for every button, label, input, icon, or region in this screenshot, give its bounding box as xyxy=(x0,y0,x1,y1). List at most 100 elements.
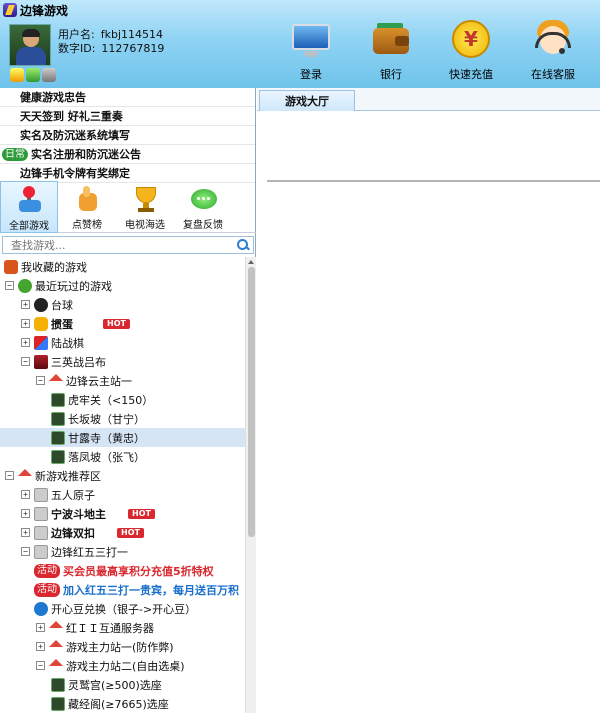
bank-label: 银行 xyxy=(380,68,402,81)
collapse-toggle[interactable]: − xyxy=(21,357,30,366)
tree-label: 虎牢关（<150） xyxy=(68,393,154,407)
tree-item-three-heroes[interactable]: − 三英战吕布 xyxy=(0,352,245,371)
room-door-icon xyxy=(51,392,65,407)
house-icon xyxy=(49,659,63,666)
category-label: 电视海选 xyxy=(125,220,165,231)
collapse-toggle[interactable]: − xyxy=(5,281,14,290)
tree-scrollbar[interactable] xyxy=(245,257,256,713)
tree-item-main-station-1[interactable]: + 游戏主力站一(防作弊) xyxy=(0,637,245,656)
tab-game-lobby[interactable]: 游戏大厅 xyxy=(259,90,355,111)
tree-item-favorites[interactable]: 我收藏的游戏 xyxy=(0,257,245,276)
tree-item-shuangkou[interactable]: + 边锋双扣 HOT xyxy=(0,523,245,542)
tree-label: 长坂坡（甘宁） xyxy=(68,412,145,426)
hot-badge: HOT xyxy=(128,508,155,519)
status-icons xyxy=(10,68,56,82)
main-content: 游戏大厅 xyxy=(257,88,600,713)
category-label: 点赞榜 xyxy=(72,220,102,231)
collapse-toggle[interactable]: − xyxy=(36,376,45,385)
tree-item-lingjiu-palace[interactable]: 灵鹫宫(≥500)选座 xyxy=(0,675,245,694)
tree-item-hulaoguan[interactable]: 虎牢关（<150） xyxy=(0,390,245,409)
room-door-icon xyxy=(51,449,65,464)
promo-text: 健康游戏忠告 xyxy=(20,91,86,104)
tree-item-land-battle-chess[interactable]: + 陆战棋 xyxy=(0,333,245,352)
header-bar: 边锋游戏 用户名: fkbj114514 数字ID: 112767819 登录 银行… xyxy=(0,0,600,88)
promo-health-advice[interactable]: 健康游戏忠告 xyxy=(0,88,255,107)
tree-label: 最近玩过的游戏 xyxy=(35,279,112,293)
online-service-button[interactable]: 在线客服 xyxy=(515,18,591,86)
tree-item-red-ii-server[interactable]: + 红ＩＩ互通服务器 xyxy=(0,618,245,637)
quick-recharge-button[interactable]: ¥ 快速充值 xyxy=(433,18,509,86)
game-tree: 我收藏的游戏 − 最近玩过的游戏 + 台球 + 掼蛋 HOT + 陆战棋 − 三… xyxy=(0,257,245,713)
heart-folder-icon xyxy=(4,259,18,274)
robot-icon[interactable] xyxy=(42,68,56,82)
promo-real-name[interactable]: 实名及防沉迷系统填写 xyxy=(0,126,255,145)
tree-item-ningbo-landlord[interactable]: + 宁波斗地主 HOT xyxy=(0,504,245,523)
tree-item-changbanpo[interactable]: 长坂坡（甘宁） xyxy=(0,409,245,428)
trophy-icon xyxy=(131,185,159,213)
tree-item-billiards[interactable]: + 台球 xyxy=(0,295,245,314)
collapse-toggle[interactable]: − xyxy=(21,547,30,556)
promo-text: 天天签到 好礼三重奏 xyxy=(20,110,123,123)
level-icon[interactable] xyxy=(10,68,24,82)
house-icon xyxy=(18,469,32,476)
bank-button[interactable]: 银行 xyxy=(353,18,429,86)
promo-text: 边锋手机令牌有奖绑定 xyxy=(20,167,130,180)
search-input[interactable] xyxy=(3,237,236,253)
tree-item-five-atoms[interactable]: + 五人原子 xyxy=(0,485,245,504)
tree-label: 陆战棋 xyxy=(51,336,84,350)
scrollbar-thumb[interactable] xyxy=(248,267,255,537)
login-button[interactable]: 登录 xyxy=(273,18,349,86)
tree-item-cangjing-pavilion[interactable]: 藏经阁(≥7665)选座 xyxy=(0,694,245,713)
tree-item-new-games[interactable]: − 新游戏推荐区 xyxy=(0,466,245,485)
tree-item-guandan[interactable]: + 掼蛋 HOT xyxy=(0,314,245,333)
tree-item-main-station-2[interactable]: − 游戏主力站二(自由选桌) xyxy=(0,656,245,675)
game-icon xyxy=(34,525,48,540)
promo-anti-addiction[interactable]: 日常 实名注册和防沉迷公告 xyxy=(0,145,255,164)
category-replay-feedback[interactable]: 复盘反馈 xyxy=(174,181,232,233)
pet-icon[interactable] xyxy=(26,68,40,82)
expand-toggle[interactable]: + xyxy=(21,338,30,347)
tree-label: 开心豆兑换（银子->开心豆） xyxy=(51,602,197,616)
chat-bubble-icon xyxy=(189,185,217,213)
yuan-coin-icon: ¥ xyxy=(449,18,493,62)
expand-toggle[interactable]: + xyxy=(21,490,30,499)
scroll-up-arrow-icon[interactable] xyxy=(248,260,254,264)
tree-label: 边锋双扣 xyxy=(51,526,95,540)
game-icon xyxy=(34,544,48,559)
expand-toggle[interactable]: + xyxy=(21,528,30,537)
avatar[interactable] xyxy=(9,24,51,66)
tree-label: 三英战吕布 xyxy=(51,355,106,369)
wallet-icon xyxy=(369,18,413,62)
tree-item-cloud-station[interactable]: − 边锋云主站一 xyxy=(0,371,245,390)
expand-toggle[interactable]: + xyxy=(21,319,30,328)
expand-toggle[interactable]: + xyxy=(21,509,30,518)
room-door-icon xyxy=(51,430,65,445)
flag-icon xyxy=(34,335,48,350)
category-likes[interactable]: 点赞榜 xyxy=(58,181,116,233)
search-box xyxy=(2,236,254,254)
tree-item-vip-join[interactable]: 活动 加入红五三打一贵宾，每月送百万积 xyxy=(0,580,245,599)
tree-label: 边锋红五三打一 xyxy=(51,545,128,559)
collapse-toggle[interactable]: − xyxy=(36,661,45,670)
promo-daily-checkin[interactable]: 天天签到 好礼三重奏 xyxy=(0,107,255,126)
tree-item-vip-promo[interactable]: 活动 买会员最高享积分充值5折特权 xyxy=(0,561,245,580)
category-tv-selection[interactable]: 电视海选 xyxy=(116,181,174,233)
user-id-value: 112767819 xyxy=(101,42,165,55)
tree-label: 买会员最高享积分充值5折特权 xyxy=(63,564,214,578)
search-icon[interactable] xyxy=(236,238,250,252)
expand-toggle[interactable]: + xyxy=(21,300,30,309)
username-value: fkbj114514 xyxy=(100,28,163,41)
app-logo-icon xyxy=(3,3,17,17)
expand-toggle[interactable]: + xyxy=(36,642,45,651)
tree-item-red-five[interactable]: − 边锋红五三打一 xyxy=(0,542,245,561)
category-all-games[interactable]: 全部游戏 xyxy=(0,181,58,233)
tree-item-ganlusi[interactable]: 甘露寺（黄忠） xyxy=(0,428,245,447)
promo-text: 实名及防沉迷系统填写 xyxy=(20,129,130,142)
collapse-toggle[interactable]: − xyxy=(5,471,14,480)
tree-item-recent[interactable]: − 最近玩过的游戏 xyxy=(0,276,245,295)
tree-item-luofengpo[interactable]: 落凤坡（张飞） xyxy=(0,447,245,466)
expand-toggle[interactable]: + xyxy=(36,623,45,632)
tree-item-bean-exchange[interactable]: 开心豆兑换（银子->开心豆） xyxy=(0,599,245,618)
monitor-icon xyxy=(289,18,333,62)
login-label: 登录 xyxy=(300,68,322,81)
